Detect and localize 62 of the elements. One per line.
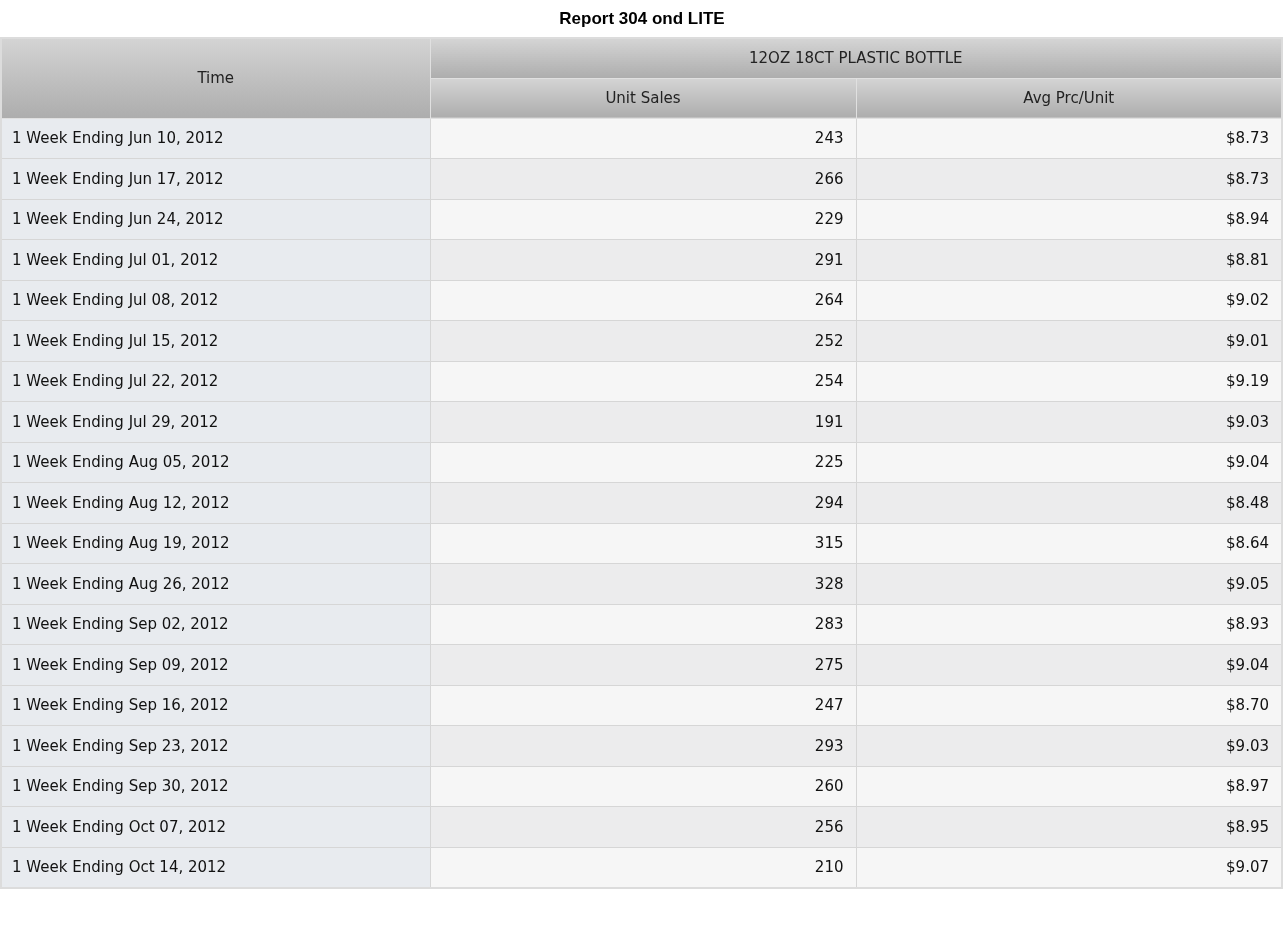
row-header-cell: 1 Week Ending Aug 05, 2012: [1, 442, 430, 483]
table-cell: 256: [430, 806, 856, 847]
table-cell: $9.03: [856, 725, 1282, 766]
row-header-cell: 1 Week Ending Jun 10, 2012: [1, 118, 430, 159]
table-cell: 225: [430, 442, 856, 483]
row-header-cell: 1 Week Ending Jul 29, 2012: [1, 401, 430, 442]
table-cell: $8.97: [856, 766, 1282, 807]
column-header: Avg Prc/Unit: [856, 78, 1282, 118]
table-cell: $8.73: [856, 118, 1282, 159]
table-cell: 210: [430, 847, 856, 888]
table-cell: 247: [430, 685, 856, 726]
row-header-cell: 1 Week Ending Sep 30, 2012: [1, 766, 430, 807]
table-cell: 283: [430, 604, 856, 645]
table-cell: 315: [430, 523, 856, 564]
column-header: Time: [1, 38, 430, 118]
row-header-cell: 1 Week Ending Sep 02, 2012: [1, 604, 430, 645]
table-cell: $9.05: [856, 563, 1282, 604]
table-cell: 254: [430, 361, 856, 402]
row-header-cell: 1 Week Ending Oct 07, 2012: [1, 806, 430, 847]
table-cell: $9.04: [856, 442, 1282, 483]
table-cell: $9.03: [856, 401, 1282, 442]
table-cell: 243: [430, 118, 856, 159]
table-cell: $8.94: [856, 199, 1282, 240]
table-cell: $8.95: [856, 806, 1282, 847]
row-header-cell: 1 Week Ending Oct 14, 2012: [1, 847, 430, 888]
table-cell: 260: [430, 766, 856, 807]
row-header-cell: 1 Week Ending Jul 22, 2012: [1, 361, 430, 402]
report-title: Report 304 ond LITE: [559, 7, 725, 30]
table-cell: $9.01: [856, 320, 1282, 361]
table-cell: 266: [430, 158, 856, 199]
table-cell: 275: [430, 644, 856, 685]
row-header-cell: 1 Week Ending Jul 15, 2012: [1, 320, 430, 361]
table-cell: 252: [430, 320, 856, 361]
table-cell: 264: [430, 280, 856, 321]
table-cell: $9.02: [856, 280, 1282, 321]
table-cell: $8.64: [856, 523, 1282, 564]
table-cell: $8.93: [856, 604, 1282, 645]
column-header: Unit Sales: [430, 78, 856, 118]
table-cell: 293: [430, 725, 856, 766]
row-header-cell: 1 Week Ending Aug 19, 2012: [1, 523, 430, 564]
row-header-cell: 1 Week Ending Sep 23, 2012: [1, 725, 430, 766]
table-cell: $8.81: [856, 239, 1282, 280]
table-cell: 191: [430, 401, 856, 442]
row-header-cell: 1 Week Ending Sep 09, 2012: [1, 644, 430, 685]
table-cell: 328: [430, 563, 856, 604]
table-cell: 294: [430, 482, 856, 523]
table-cell: $9.19: [856, 361, 1282, 402]
column-group-header: 12OZ 18CT PLASTIC BOTTLE: [430, 38, 1282, 78]
table-cell: $8.70: [856, 685, 1282, 726]
row-header-cell: 1 Week Ending Jun 24, 2012: [1, 199, 430, 240]
row-header-cell: 1 Week Ending Jun 17, 2012: [1, 158, 430, 199]
table-cell: $9.04: [856, 644, 1282, 685]
row-header-cell: 1 Week Ending Jul 01, 2012: [1, 239, 430, 280]
table-cell: 291: [430, 239, 856, 280]
row-header-cell: 1 Week Ending Aug 12, 2012: [1, 482, 430, 523]
row-header-cell: 1 Week Ending Sep 16, 2012: [1, 685, 430, 726]
row-header-cell: 1 Week Ending Jul 08, 2012: [1, 280, 430, 321]
row-header-cell: 1 Week Ending Aug 26, 2012: [1, 563, 430, 604]
table-cell: 229: [430, 199, 856, 240]
table-cell: $8.48: [856, 482, 1282, 523]
table-cell: $9.07: [856, 847, 1282, 888]
table-cell: $8.73: [856, 158, 1282, 199]
